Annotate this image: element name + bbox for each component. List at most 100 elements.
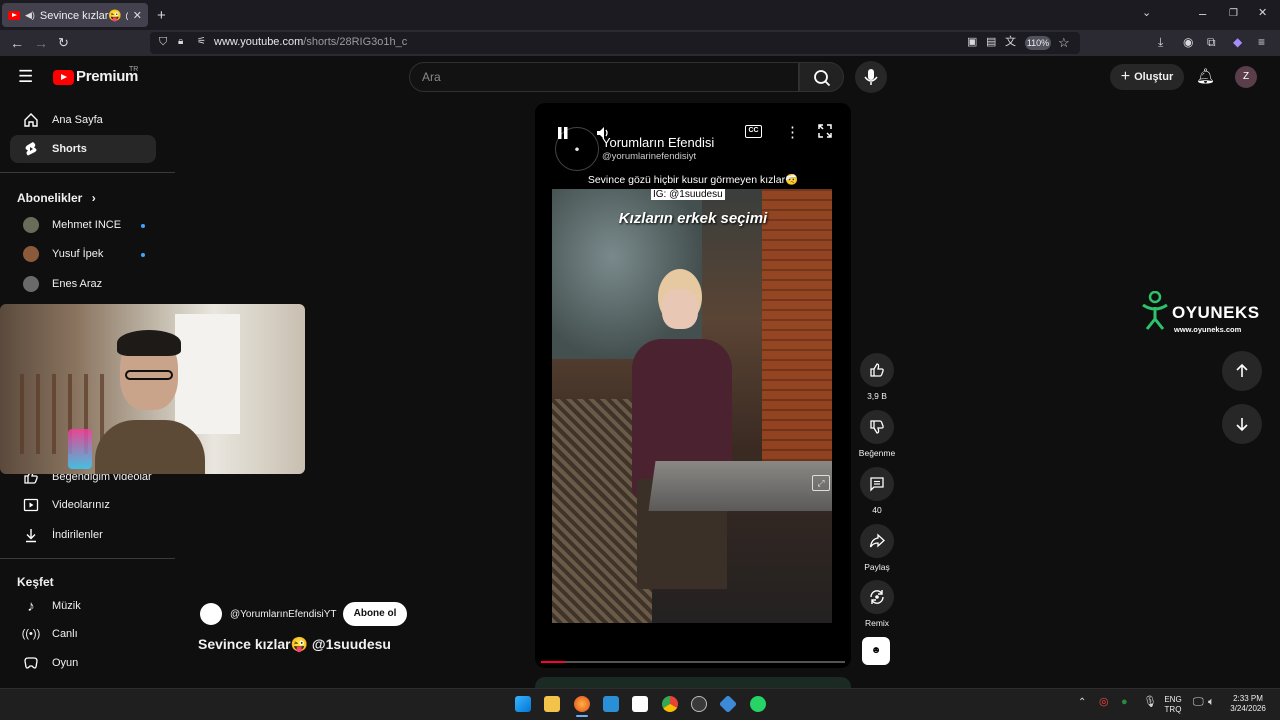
- voice-search-button[interactable]: [855, 61, 887, 93]
- whatsapp-icon[interactable]: [750, 696, 766, 712]
- notion-icon[interactable]: [632, 696, 648, 712]
- extensions-icon[interactable]: ⧉: [1207, 36, 1216, 48]
- comments-button[interactable]: [860, 467, 894, 501]
- sidebar-item-downloads[interactable]: İndirilenler: [10, 521, 156, 549]
- browser-tab-bar: [0, 0, 1280, 30]
- channel-avatar[interactable]: [200, 603, 222, 625]
- sidebar-item-music[interactable]: ♪ Müzik: [10, 592, 156, 620]
- sidebar-item-gaming[interactable]: Oyun: [10, 649, 156, 677]
- sidebar-item-your-videos[interactable]: Videolarınız: [10, 491, 156, 519]
- reader-view-icon[interactable]: ▤: [986, 37, 996, 48]
- minimize-icon[interactable]: –: [1199, 7, 1206, 20]
- active-app-indicator: [576, 715, 588, 717]
- language-top: ENG: [1164, 695, 1182, 704]
- subscriptions-heading[interactable]: Abonelikler ›: [17, 191, 96, 205]
- channel-handle[interactable]: @YorumlarınEfendisiYT: [230, 609, 337, 620]
- firefox-icon[interactable]: [574, 696, 590, 712]
- youtube-logo-icon[interactable]: [53, 70, 74, 85]
- region-code: TR: [129, 66, 139, 73]
- obs-icon[interactable]: [691, 696, 707, 712]
- next-short-button[interactable]: [1222, 404, 1262, 444]
- back-icon[interactable]: ←: [10, 36, 24, 50]
- downloads-icon[interactable]: ⤓: [1158, 36, 1163, 48]
- shield-icon[interactable]: ⛉: [159, 37, 167, 48]
- language-bottom: TRQ: [1164, 705, 1182, 714]
- app-menu-icon[interactable]: ≡: [1258, 36, 1265, 48]
- sidebar-item-subscription[interactable]: Enes Araz: [10, 270, 156, 298]
- thumbs-down-icon: [870, 420, 884, 434]
- windows-start-icon[interactable]: [515, 696, 531, 712]
- previous-short-button[interactable]: [1222, 351, 1262, 391]
- arrow-down-icon: [1236, 418, 1248, 432]
- tab-list-icon[interactable]: ⌄: [1142, 8, 1151, 19]
- extension-gem-icon[interactable]: ◆: [1233, 36, 1242, 48]
- sound-channel-avatar[interactable]: ☻: [862, 637, 890, 665]
- search-button[interactable]: [799, 62, 844, 92]
- dislike-action[interactable]: Beğenme: [859, 410, 895, 458]
- comments-action[interactable]: 40: [860, 467, 894, 515]
- oyuneks-mascot-icon: [1141, 291, 1169, 331]
- shorts-player[interactable]: ⤢ ☻ Yorumların Efendisi @yorumlarinefend…: [535, 103, 851, 668]
- browser-tab[interactable]: ◀) Sevince kızlar😜 @1suudesu ✕: [2, 3, 148, 27]
- audio-icon[interactable]: ◀): [25, 10, 35, 21]
- search-input[interactable]: Ara: [409, 62, 799, 92]
- forward-icon[interactable]: →: [34, 36, 48, 50]
- like-count: 3,9 B: [867, 391, 887, 401]
- reload-icon[interactable]: ↻: [58, 36, 69, 49]
- subscribe-button[interactable]: Abone ol: [343, 602, 407, 626]
- account-avatar[interactable]: Z: [1235, 66, 1257, 88]
- permissions-icon[interactable]: ⚟: [197, 37, 206, 47]
- notifications-bell-icon[interactable]: 🔔︎: [1196, 69, 1215, 84]
- captions-button[interactable]: CC: [745, 125, 762, 138]
- close-tab-icon[interactable]: ✕: [133, 9, 142, 22]
- sidebar-item-subscription[interactable]: Mehmet INCE: [10, 211, 156, 239]
- hamburger-menu-icon[interactable]: ☰: [18, 68, 33, 85]
- network-icon[interactable]: 🖵︎: [1193, 697, 1204, 708]
- picture-in-picture-icon[interactable]: ▣: [967, 37, 977, 48]
- video-progress-bar[interactable]: [541, 661, 845, 663]
- share-action[interactable]: Paylaş: [860, 524, 894, 572]
- account-icon[interactable]: ◉: [1183, 36, 1193, 48]
- dislike-button[interactable]: [860, 410, 894, 444]
- more-options-icon[interactable]: ⋮: [785, 123, 800, 141]
- pause-button[interactable]: [557, 127, 569, 139]
- tray-chevron-up-icon[interactable]: ⌃: [1078, 698, 1086, 708]
- lock-icon[interactable]: 🔒︎: [178, 37, 183, 47]
- remix-action[interactable]: Remix: [860, 580, 894, 628]
- translate-icon[interactable]: 文: [1005, 37, 1016, 48]
- speaker-icon[interactable]: 🔈︎: [1208, 697, 1215, 708]
- tray-app-icon[interactable]: ◎: [1099, 697, 1109, 708]
- sidebar-item-label: Müzik: [52, 600, 81, 612]
- create-button[interactable]: + Oluştur: [1110, 64, 1184, 90]
- language-indicator[interactable]: ENG TRQ: [1160, 695, 1186, 715]
- tray-microphone-icon[interactable]: 🎙︎: [1143, 697, 1157, 708]
- fullscreen-icon[interactable]: [817, 123, 833, 139]
- tray-app-icon[interactable]: ●: [1121, 697, 1128, 708]
- sidebar-item-shorts[interactable]: Shorts: [10, 135, 156, 163]
- new-content-dot: [141, 253, 145, 257]
- webcam-person: [95, 330, 205, 474]
- like-action[interactable]: 3,9 B: [860, 353, 894, 401]
- sidebar-item-label: Videolarınız: [52, 499, 110, 511]
- window-close-icon[interactable]: ✕: [1258, 8, 1267, 19]
- snipping-tool-icon[interactable]: [603, 696, 619, 712]
- clock[interactable]: 2:33 PM 3/24/2026: [1224, 694, 1272, 714]
- sidebar-item-home[interactable]: Ana Sayfa: [10, 106, 156, 134]
- dolby-icon[interactable]: ⤢: [812, 475, 830, 491]
- bookmark-star-icon[interactable]: ☆: [1058, 36, 1070, 49]
- share-button[interactable]: [860, 524, 894, 558]
- like-button[interactable]: [860, 353, 894, 387]
- url-text[interactable]: www.youtube.com/shorts/28RIG3o1h_c: [214, 36, 407, 48]
- channel-avatar: [23, 246, 39, 262]
- zoom-level[interactable]: 110%: [1025, 36, 1051, 50]
- volume-button[interactable]: [595, 125, 611, 141]
- maximize-icon[interactable]: ❐: [1229, 9, 1238, 19]
- file-explorer-icon[interactable]: [544, 696, 560, 712]
- youtube-favicon-icon: [8, 10, 20, 20]
- video-frame[interactable]: ⤢: [552, 189, 832, 623]
- sidebar-item-live[interactable]: ((•)) Canlı: [10, 620, 156, 648]
- remix-button[interactable]: [860, 580, 894, 614]
- new-tab-icon[interactable]: +: [157, 8, 166, 23]
- chrome-icon[interactable]: [662, 696, 678, 712]
- sidebar-item-subscription[interactable]: Yusuf İpek: [10, 240, 156, 268]
